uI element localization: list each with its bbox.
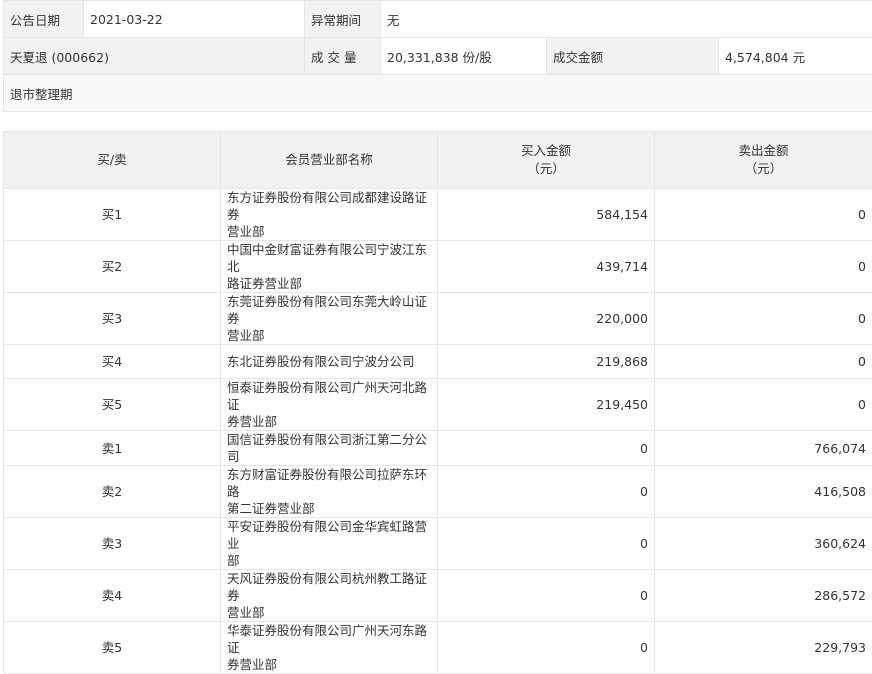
header-buy-amount-unit: （元） xyxy=(444,160,648,178)
row-branch-name-line1: 东方证券股份有限公司成都建设路证券 xyxy=(227,189,431,223)
header-buy-amount-line1: 买入金额 xyxy=(444,142,648,160)
row-buy-amount: 220,000 xyxy=(438,293,655,345)
row-buy-amount: 219,450 xyxy=(438,379,655,431)
row-branch-name: 东方财富证券股份有限公司拉萨东环路第二证券营业部 xyxy=(221,466,438,518)
row-side: 买3 xyxy=(4,293,221,345)
row-branch-name: 华泰证券股份有限公司广州天河东路证券营业部 xyxy=(221,622,438,674)
header-sell-amount: 卖出金额 （元） xyxy=(655,132,872,189)
row-sell-amount: 0 xyxy=(655,293,872,345)
row-side: 买4 xyxy=(4,345,221,379)
row-buy-amount: 584,154 xyxy=(438,189,655,241)
row-branch-name: 中国中金财富证券有限公司宁波江东北路证券营业部 xyxy=(221,241,438,293)
row-side: 买1 xyxy=(4,189,221,241)
row-buy-amount: 0 xyxy=(438,518,655,570)
amount-label: 成交金额 xyxy=(547,38,719,75)
header-sell-amount-unit: （元） xyxy=(661,160,866,178)
row-buy-amount: 219,868 xyxy=(438,345,655,379)
trading-branches-table: 买/卖 会员营业部名称 买入金额 （元） 卖出金额 （元） 买1东方证券股份有限… xyxy=(3,131,872,674)
row-branch-name-line2: 营业部 xyxy=(227,223,431,240)
row-branch-name-line2: 券营业部 xyxy=(227,413,431,430)
header-sell-amount-line1: 卖出金额 xyxy=(661,142,866,160)
row-sell-amount: 0 xyxy=(655,379,872,431)
row-branch-name-line2: 第二证券营业部 xyxy=(227,500,431,517)
row-branch-name: 国信证券股份有限公司浙江第二分公司 xyxy=(221,431,438,466)
table-row: 买3东莞证券股份有限公司东莞大岭山证券营业部220,0000 xyxy=(4,293,872,345)
row-branch-name-line1: 东方财富证券股份有限公司拉萨东环路 xyxy=(227,466,431,500)
row-side: 卖4 xyxy=(4,570,221,622)
row-side: 卖1 xyxy=(4,431,221,466)
info-row-stock: 天夏退 (000662) 成 交 量 20,331,838 份/股 成交金额 4… xyxy=(4,38,872,75)
row-branch-name-line1: 中国中金财富证券有限公司宁波江东北 xyxy=(227,241,431,275)
row-sell-amount: 229,793 xyxy=(655,622,872,674)
row-branch-name-line2: 营业部 xyxy=(227,604,431,621)
row-branch-name-line1: 天风证券股份有限公司杭州教工路证券 xyxy=(227,570,431,604)
row-sell-amount: 360,624 xyxy=(655,518,872,570)
listing-status-note: 退市整理期 xyxy=(4,75,872,112)
date-label: 公告日期 xyxy=(4,1,84,38)
row-sell-amount: 0 xyxy=(655,241,872,293)
table-header-row: 买/卖 会员营业部名称 买入金额 （元） 卖出金额 （元） xyxy=(4,132,872,189)
row-sell-amount: 0 xyxy=(655,189,872,241)
row-branch-name-line2: 营业部 xyxy=(227,327,431,344)
amount-value: 4,574,804 元 xyxy=(719,38,872,75)
header-branch-name: 会员营业部名称 xyxy=(221,132,438,189)
row-sell-amount: 416,508 xyxy=(655,466,872,518)
row-branch-name-line1: 东北证券股份有限公司宁波分公司 xyxy=(227,353,431,370)
info-row-note: 退市整理期 xyxy=(4,75,872,112)
row-branch-name-line2: 券营业部 xyxy=(227,656,431,673)
row-side: 卖2 xyxy=(4,466,221,518)
table-row: 卖4天风证券股份有限公司杭州教工路证券营业部0286,572 xyxy=(4,570,872,622)
table-body: 买1东方证券股份有限公司成都建设路证券营业部584,1540买2中国中金财富证券… xyxy=(4,189,872,674)
row-branch-name: 东北证券股份有限公司宁波分公司 xyxy=(221,345,438,379)
row-side: 买2 xyxy=(4,241,221,293)
row-buy-amount: 0 xyxy=(438,570,655,622)
info-row-date: 公告日期 2021-03-22 异常期间 无 xyxy=(4,1,872,38)
row-branch-name: 东莞证券股份有限公司东莞大岭山证券营业部 xyxy=(221,293,438,345)
row-branch-name-line2: 部 xyxy=(227,552,431,569)
table-row: 卖2东方财富证券股份有限公司拉萨东环路第二证券营业部0416,508 xyxy=(4,466,872,518)
table-row: 买5恒泰证券股份有限公司广州天河北路证券营业部219,4500 xyxy=(4,379,872,431)
stock-name: 天夏退 (000662) xyxy=(4,38,305,75)
table-row: 卖3平安证券股份有限公司金华宾虹路营业部0360,624 xyxy=(4,518,872,570)
row-branch-name-line2: 路证券营业部 xyxy=(227,275,431,292)
abnormal-period-value: 无 xyxy=(381,1,872,38)
row-sell-amount: 766,074 xyxy=(655,431,872,466)
table-row: 买4 东北证券股份有限公司宁波分公司 219,8680 xyxy=(4,345,872,379)
row-buy-amount: 0 xyxy=(438,466,655,518)
row-branch-name: 东方证券股份有限公司成都建设路证券营业部 xyxy=(221,189,438,241)
abnormal-period-label: 异常期间 xyxy=(305,1,381,38)
table-row: 卖1国信证券股份有限公司浙江第二分公司0766,074 xyxy=(4,431,872,466)
row-buy-amount: 0 xyxy=(438,431,655,466)
volume-value: 20,331,838 份/股 xyxy=(381,38,547,75)
row-buy-amount: 0 xyxy=(438,622,655,674)
header-side: 买/卖 xyxy=(4,132,221,189)
row-side: 卖3 xyxy=(4,518,221,570)
row-branch-name-line1: 东莞证券股份有限公司东莞大岭山证券 xyxy=(227,293,431,327)
row-branch-name: 恒泰证券股份有限公司广州天河北路证券营业部 xyxy=(221,379,438,431)
announcement-info-table: 公告日期 2021-03-22 异常期间 无 天夏退 (000662) 成 交 … xyxy=(3,0,872,112)
table-row: 卖5华泰证券股份有限公司广州天河东路证券营业部0229,793 xyxy=(4,622,872,674)
row-branch-name-line1: 恒泰证券股份有限公司广州天河北路证 xyxy=(227,379,431,413)
header-buy-amount: 买入金额 （元） xyxy=(438,132,655,189)
row-sell-amount: 0 xyxy=(655,345,872,379)
row-branch-name-line1: 国信证券股份有限公司浙江第二分公司 xyxy=(227,431,431,465)
row-branch-name: 天风证券股份有限公司杭州教工路证券营业部 xyxy=(221,570,438,622)
row-sell-amount: 286,572 xyxy=(655,570,872,622)
row-branch-name-line1: 平安证券股份有限公司金华宾虹路营业 xyxy=(227,518,431,552)
row-side: 买5 xyxy=(4,379,221,431)
row-branch-name-line1: 华泰证券股份有限公司广州天河东路证 xyxy=(227,622,431,656)
row-branch-name: 平安证券股份有限公司金华宾虹路营业部 xyxy=(221,518,438,570)
row-buy-amount: 439,714 xyxy=(438,241,655,293)
volume-label: 成 交 量 xyxy=(305,38,381,75)
table-row: 买1东方证券股份有限公司成都建设路证券营业部584,1540 xyxy=(4,189,872,241)
date-value: 2021-03-22 xyxy=(84,1,305,38)
table-row: 买2中国中金财富证券有限公司宁波江东北路证券营业部439,7140 xyxy=(4,241,872,293)
row-side: 卖5 xyxy=(4,622,221,674)
